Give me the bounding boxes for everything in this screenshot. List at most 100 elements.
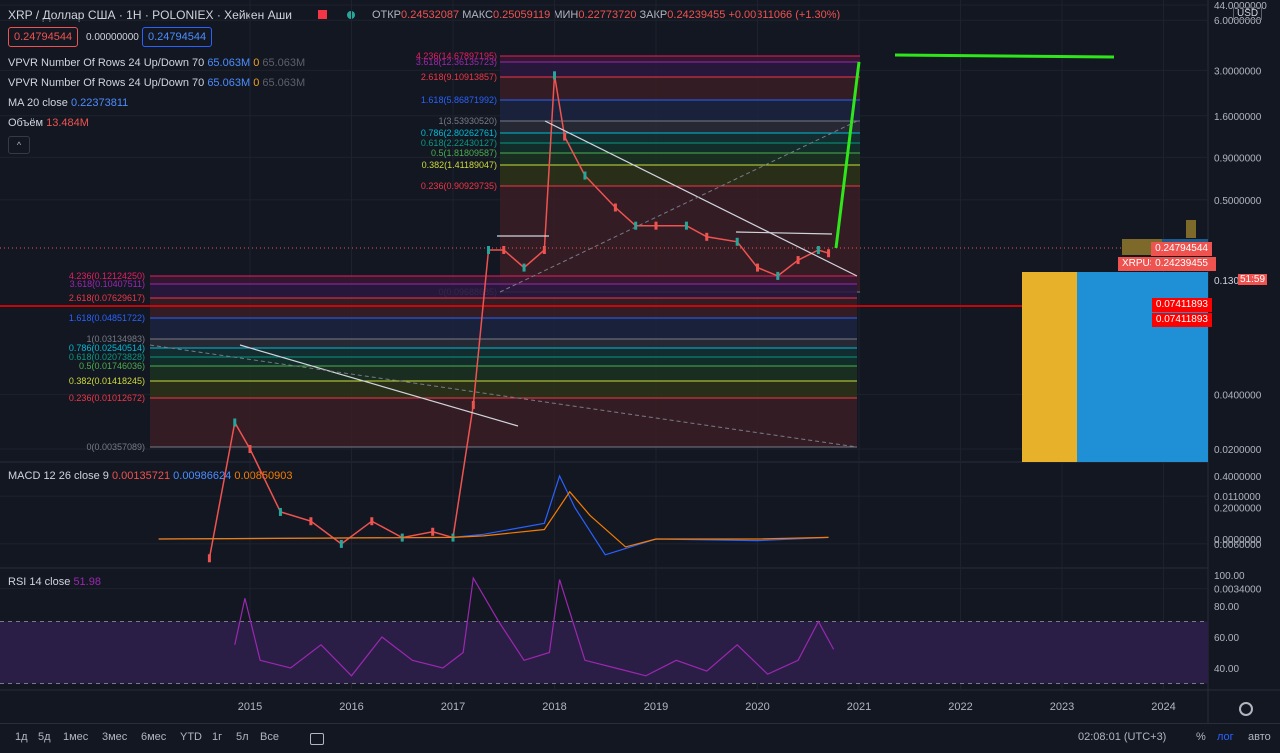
fib-band	[500, 165, 860, 186]
fib-label: 0.382(0.01418245)	[69, 376, 145, 386]
fib-band	[500, 143, 860, 153]
chart-canvas[interactable]: 4.236(14.67897195)3.618(12.36135723)2.61…	[0, 0, 1280, 723]
price-candle	[563, 132, 567, 141]
price-candle	[278, 507, 282, 516]
price-candle	[248, 445, 252, 454]
vpvr-small-block	[1186, 220, 1196, 238]
bottom-toolbar: 1д 5д 1мес 3мес 6мес YTD 1г 5л Все 02:08…	[0, 723, 1280, 753]
y-tick-label: 0.9000000	[1214, 153, 1262, 164]
price-candle	[207, 554, 211, 563]
currency-badge[interactable]: USD	[1233, 7, 1263, 20]
price-candle	[542, 246, 546, 254]
timer-price: 0.130	[1214, 276, 1240, 287]
price-candle	[502, 246, 506, 254]
x-tick-label: 2022	[948, 701, 972, 713]
price-candle	[756, 263, 759, 272]
x-tick-label: 2019	[644, 701, 668, 713]
fib-label: 2.618(0.07629617)	[69, 293, 145, 303]
fib-label: 0.5(1.81809587)	[431, 148, 497, 158]
fib-label: 0.382(1.41189047)	[422, 160, 497, 170]
fib-label: 0.5(0.01746036)	[79, 361, 145, 371]
price-candle	[471, 400, 475, 409]
fib-band	[500, 153, 860, 165]
price-candle	[431, 527, 435, 536]
macd-y-label: 0.4000000	[1214, 472, 1262, 483]
vpvr-up-block	[1022, 272, 1077, 462]
fib-label: 0.236(0.01012672)	[69, 393, 145, 403]
range-all[interactable]: Все	[260, 731, 279, 743]
price-candle	[309, 517, 313, 526]
range-5y[interactable]: 5л	[236, 731, 249, 743]
fib-band	[150, 339, 857, 348]
fib-label: 2.618(9.10913857)	[421, 72, 497, 82]
fib-band	[500, 133, 860, 143]
price-candle	[583, 171, 587, 180]
price-candle	[370, 517, 374, 526]
x-tick-label: 2016	[339, 701, 363, 713]
fib-band	[150, 298, 857, 318]
price-candle	[487, 246, 491, 254]
log-toggle[interactable]: лог	[1217, 731, 1234, 743]
fib-label: 0.786(2.80262761)	[421, 128, 497, 138]
rsi-pane	[0, 576, 1208, 684]
fib-band	[150, 318, 857, 339]
fib-band	[150, 276, 857, 284]
price-candle	[613, 203, 617, 212]
price-candle	[654, 221, 658, 230]
price-candle	[553, 71, 556, 80]
bar-countdown: 51:59	[1238, 274, 1268, 285]
y-tick-label: 0.0034000	[1214, 585, 1262, 596]
macd-line-macd	[158, 474, 829, 556]
settings-gear-icon[interactable]	[1239, 702, 1253, 716]
price-candle	[339, 539, 343, 548]
target-line	[894, 53, 1115, 59]
range-1y[interactable]: 1г	[212, 731, 222, 743]
range-1d[interactable]: 1д	[15, 731, 28, 743]
hline-tag-2: 0.07411893	[1151, 313, 1212, 327]
fib-band	[150, 284, 857, 298]
x-tick-label: 2015	[238, 701, 262, 713]
range-ytd[interactable]: YTD	[180, 731, 202, 743]
x-tick-label: 2020	[745, 701, 769, 713]
x-tick-label: 2021	[847, 701, 871, 713]
fib-label: 1(3.53930520)	[438, 116, 497, 126]
fib-band	[500, 100, 860, 121]
price-candle	[735, 237, 739, 246]
fib-label: 0.236(0.90929735)	[421, 181, 497, 191]
auto-toggle[interactable]: авто	[1248, 731, 1271, 743]
macd-line-signal	[158, 490, 829, 548]
rsi-y-label: 60.00	[1214, 633, 1239, 644]
y-tick-label: 0.5000000	[1214, 196, 1262, 207]
fib-label: 3.618(12.36135723)	[416, 57, 497, 67]
fib-label: 1.618(5.86871992)	[421, 95, 497, 105]
fib-label: 1.618(0.04851722)	[69, 313, 145, 323]
y-tick-label: 0.0400000	[1214, 390, 1262, 401]
range-5d[interactable]: 5д	[38, 731, 51, 743]
price-candle	[522, 263, 526, 272]
x-tick-label: 2017	[441, 701, 465, 713]
goto-date-icon[interactable]	[310, 733, 324, 745]
x-tick-label: 2024	[1151, 701, 1175, 713]
range-1m[interactable]: 1мес	[63, 731, 88, 743]
time-axis: 2015 2016 2017 2018 2019 2020 2021 2022 2023 2024	[238, 701, 1176, 713]
price-candle	[816, 246, 820, 254]
rsi-y-label: 100.00	[1214, 571, 1245, 582]
fib-band	[150, 398, 857, 447]
price-candle	[705, 232, 709, 241]
price-axis: 44.000000024.000000012.00000006.00000003…	[1214, 1, 1267, 675]
percent-toggle[interactable]: %	[1196, 731, 1206, 743]
rsi-y-label: 80.00	[1214, 602, 1239, 613]
clock-readout[interactable]: 02:08:01 (UTC+3)	[1078, 731, 1166, 743]
price-candle	[776, 271, 780, 280]
hline-tag-1: 0.07411893	[1151, 298, 1212, 312]
fib-label: 3.618(0.10407511)	[70, 279, 145, 289]
range-6m[interactable]: 6мес	[141, 731, 166, 743]
y-tick-label: 3.0000000	[1214, 66, 1262, 77]
range-3m[interactable]: 3мес	[102, 731, 127, 743]
rsi-y-label: 40.00	[1214, 664, 1239, 675]
x-tick-label: 2018	[542, 701, 566, 713]
fib-band	[150, 381, 857, 398]
fib-band	[500, 121, 860, 133]
y-tick-label: 0.0200000	[1214, 445, 1262, 456]
macd-pane	[158, 474, 829, 556]
